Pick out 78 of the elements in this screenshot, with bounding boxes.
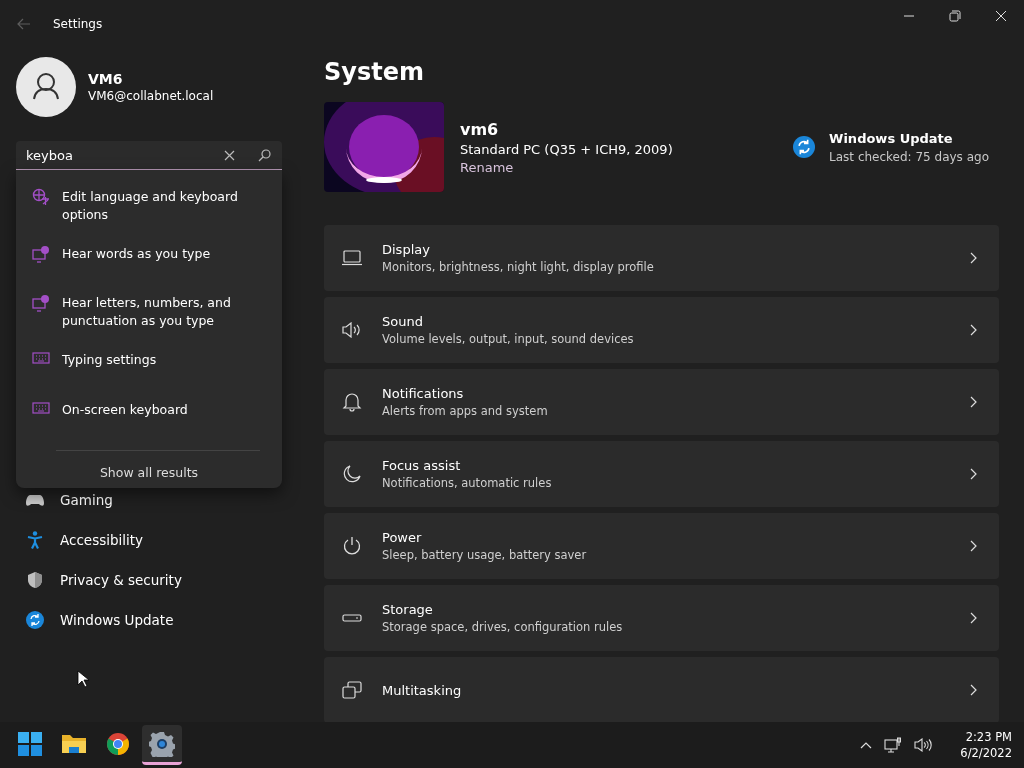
card-title: Sound — [382, 314, 424, 329]
search-result[interactable]: On-screen keyboard — [16, 390, 282, 440]
rename-link[interactable]: Rename — [460, 159, 673, 175]
chevron-right-icon — [970, 252, 977, 264]
search-result[interactable]: Typing settings — [16, 340, 282, 390]
card-title: Notifications — [382, 386, 465, 401]
page-title: System — [324, 58, 425, 86]
mouse-cursor-icon — [77, 670, 89, 688]
shield-icon — [26, 571, 44, 589]
close-icon[interactable] — [995, 10, 1007, 22]
keyboard-icon — [32, 401, 50, 415]
search-icon[interactable] — [258, 149, 271, 162]
network-icon[interactable] — [884, 737, 903, 753]
update-icon — [26, 611, 44, 629]
speaker-icon — [342, 322, 362, 338]
card-subtitle: Monitors, brightness, night light, display profile — [382, 260, 655, 274]
sidebar-item[interactable]: Accessibility — [26, 520, 182, 560]
browser-icon — [106, 731, 130, 756]
settings-card[interactable]: Storage Storage space, drives, configuration rules — [324, 585, 999, 651]
user-name: VM6 — [88, 71, 124, 87]
card-subtitle: Volume levels, output, input, sound devices — [382, 332, 635, 346]
search-field[interactable]: keyboa — [16, 141, 282, 171]
back-arrow-icon[interactable] — [17, 18, 31, 30]
monitor-icon — [342, 250, 362, 266]
chevron-right-icon — [970, 540, 977, 552]
drive-icon — [342, 614, 362, 622]
card-subtitle: Sleep, battery usage, battery saver — [382, 548, 588, 562]
clear-icon[interactable] — [224, 150, 235, 161]
card-title: Multitasking — [382, 682, 463, 698]
card-title: Display — [382, 242, 431, 257]
chevron-right-icon — [970, 324, 977, 336]
restore-icon[interactable] — [949, 10, 961, 22]
moon-icon — [342, 465, 362, 483]
search-result[interactable]: Hear letters, numbers, and punctuation as you type — [16, 284, 282, 340]
card-subtitle: Alerts from apps and system — [382, 404, 549, 418]
settings-card[interactable]: Notifications Alerts from apps and system — [324, 369, 999, 435]
sidebar-item[interactable]: Privacy & security — [26, 560, 182, 600]
chevron-up-icon[interactable] — [860, 741, 873, 749]
user-email: VM6@collabnet.local — [88, 89, 214, 103]
search-result[interactable]: Hear words as you type — [16, 234, 282, 284]
chevron-right-icon — [970, 612, 977, 624]
folder-icon — [61, 732, 87, 755]
update-title[interactable]: Windows Update — [829, 130, 989, 146]
accessibility-icon — [26, 531, 44, 549]
settings-card[interactable]: Power Sleep, battery usage, battery saver — [324, 513, 999, 579]
avatar-icon — [16, 57, 76, 117]
narrator-icon — [32, 245, 50, 263]
chevron-right-icon — [970, 684, 977, 696]
card-subtitle: Storage space, drives, configuration rules — [382, 620, 624, 634]
device-name: vm6 — [460, 119, 500, 139]
settings-card[interactable]: Sound Volume levels, output, input, sound devices — [324, 297, 999, 363]
narrator-icon — [32, 294, 50, 312]
power-icon — [342, 536, 362, 556]
window-title: Settings — [53, 17, 103, 31]
keyboard-icon — [32, 351, 50, 365]
card-title: Storage — [382, 602, 434, 617]
gamepad-icon — [26, 493, 44, 507]
update-icon — [793, 136, 816, 158]
windows-stack-icon — [342, 681, 362, 699]
language-icon — [32, 188, 50, 206]
bell-icon — [342, 392, 362, 412]
card-title: Focus assist — [382, 458, 462, 473]
volume-icon[interactable] — [914, 738, 933, 752]
chevron-right-icon — [970, 468, 977, 480]
taskbar-app[interactable] — [142, 725, 182, 765]
card-subtitle: Notifications, automatic rules — [382, 476, 553, 490]
chevron-right-icon — [970, 396, 977, 408]
device-model: Standard PC (Q35 + ICH9, 2009) — [460, 141, 673, 157]
sidebar-item[interactable]: Windows Update — [26, 600, 182, 640]
card-title: Power — [382, 530, 423, 545]
search-result[interactable]: Edit language and keyboard options — [16, 178, 282, 234]
settings-card[interactable]: Multitasking — [324, 657, 999, 722]
gear-icon — [149, 730, 175, 757]
clock[interactable]: 2:23 PM 6/2/2022 — [960, 729, 1012, 761]
settings-card[interactable]: Display Monitors, brightness, night light, display profile — [324, 225, 999, 291]
update-status: Last checked: 75 days ago — [829, 149, 989, 164]
start-icon — [18, 731, 42, 756]
settings-card[interactable]: Focus assist Notifications, automatic rules — [324, 441, 999, 507]
